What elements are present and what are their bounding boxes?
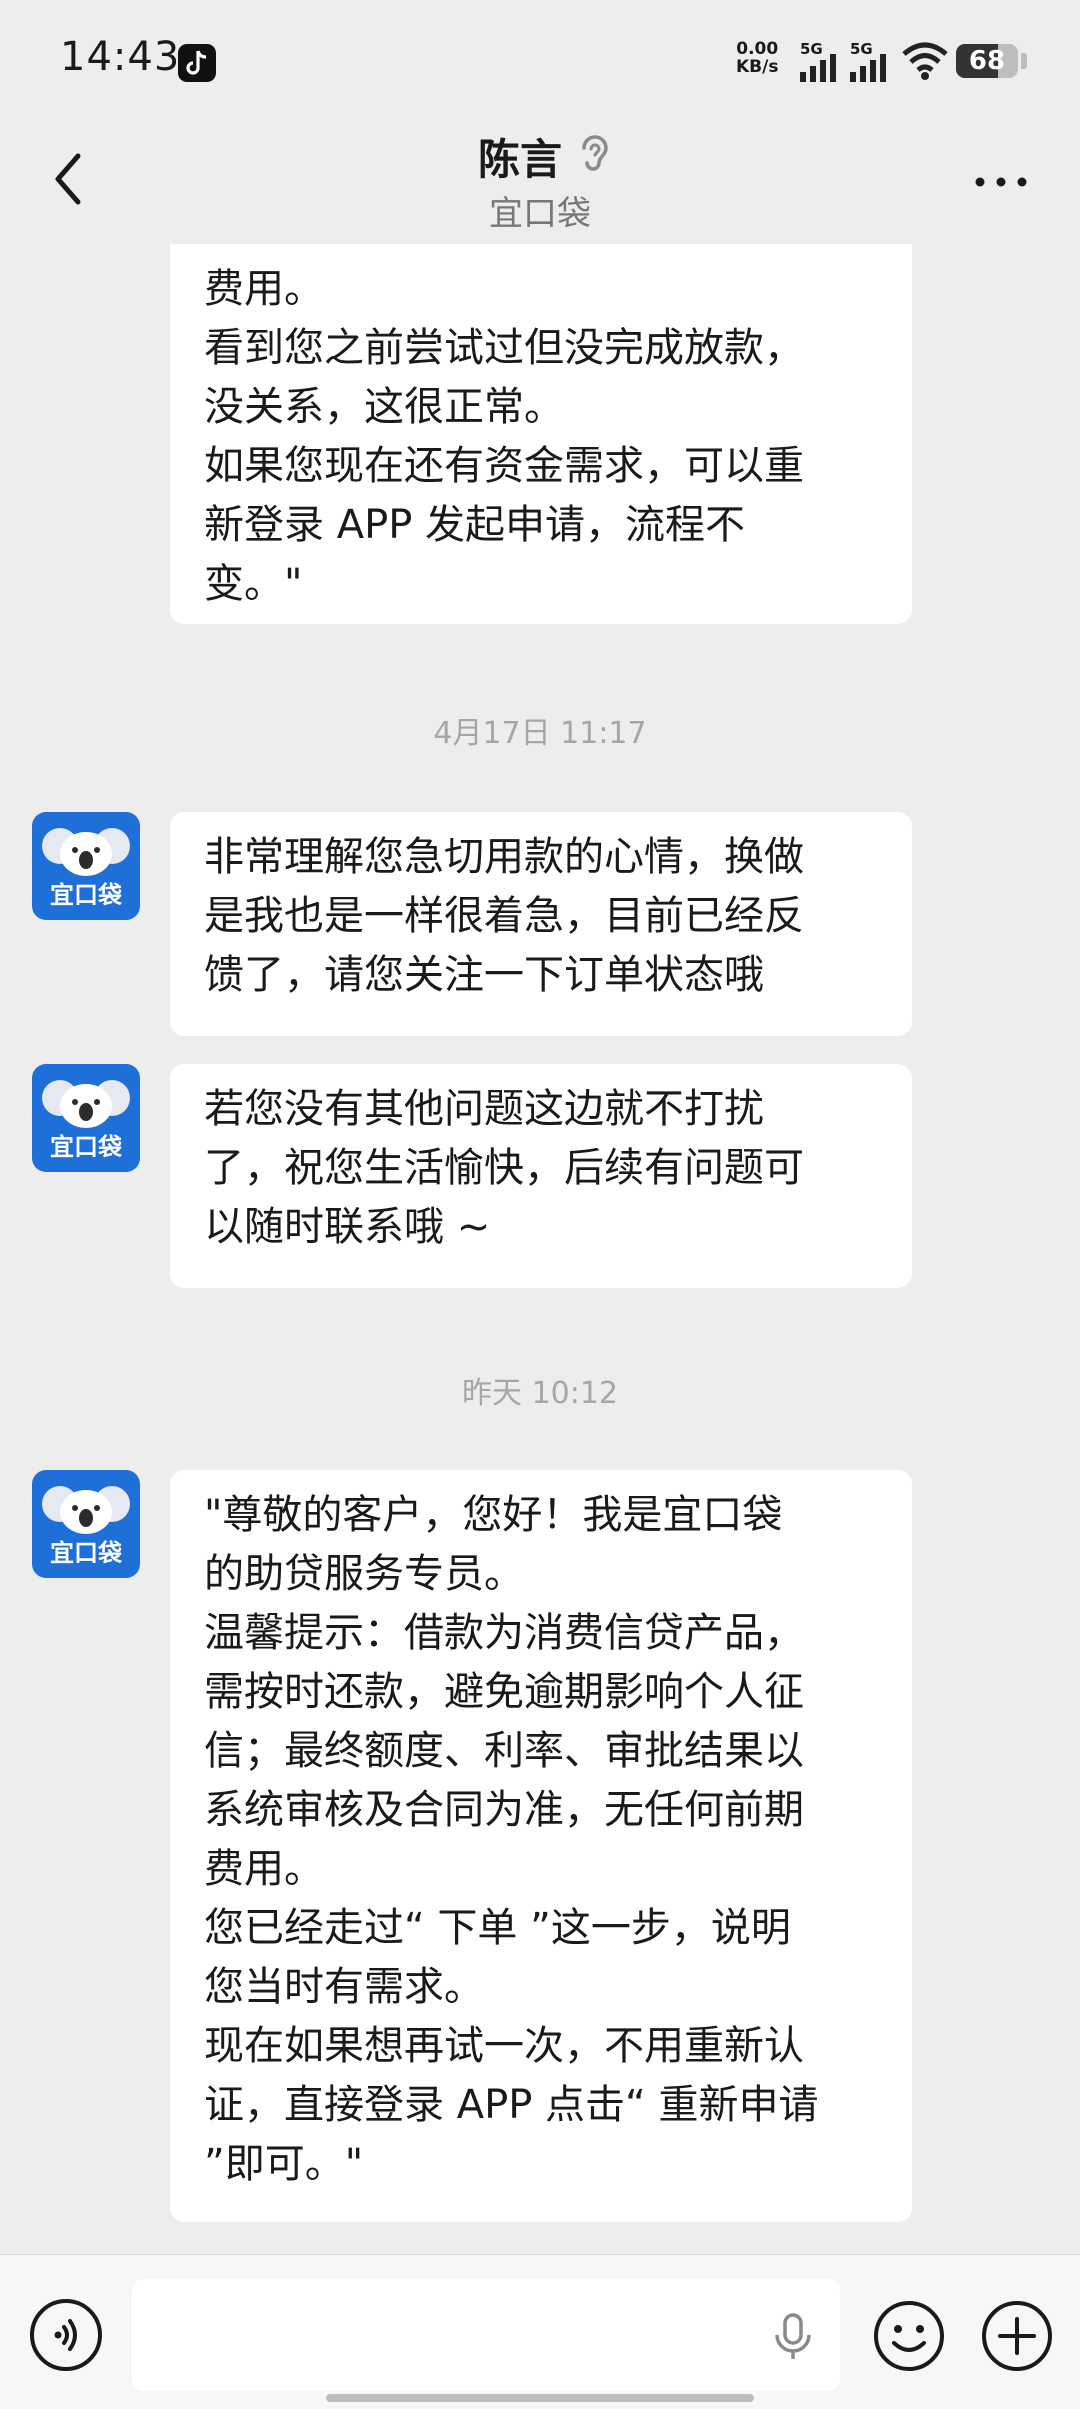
message-bubble[interactable]: 费用。 看到您之前尝试过但没完成放款， 没关系，这很正常。 如果您现在还有资金需… [170,244,912,624]
avatar-brand: 宜口袋 [50,881,122,909]
message-bubble[interactable]: "尊敬的客户，您好！我是宜口袋 的助贷服务专员。 温馨提示：借款为消费信贷产品，… [170,1470,912,2222]
battery-tip [1021,53,1027,69]
chat-message-list[interactable]: 费用。 看到您之前尝试过但没完成放款， 没关系，这很正常。 如果您现在还有资金需… [0,244,1080,2254]
plus-icon[interactable] [980,2299,1054,2373]
signal-2-icon: 5G [850,40,898,82]
avatar[interactable]: 宜口袋 [32,1064,140,1172]
status-time: 14:43 [60,34,181,80]
avatar[interactable]: 宜口袋 [32,812,140,920]
emoji-icon[interactable] [872,2299,946,2373]
voice-icon [54,2319,77,2351]
message-timestamp: 昨天 10:12 [462,1376,618,1411]
signal-1-icon: 5G [800,40,848,82]
network-speed: 0.00 KB/s [736,40,778,76]
ear-icon [582,135,608,171]
wifi-icon [902,42,948,80]
network-speed-value: 0.00 [736,39,779,59]
avatar-brand: 宜口袋 [50,1539,122,1567]
more-options-button[interactable] [966,162,1036,202]
contact-org: 宜口袋 [489,194,591,234]
chat-header: 陈言 宜口袋 [0,124,1080,244]
voice-button[interactable] [30,2299,102,2371]
message-timestamp: 4月17日 11:17 [433,716,647,751]
tiktok-icon [178,44,216,82]
status-bar: 14:43 0.00 KB/s 5G 5G 68 [0,0,1080,124]
avatar-brand: 宜口袋 [50,1133,122,1161]
message-bubble[interactable]: 非常理解您急切用款的心情，换做 是我也是一样很着急，目前已经反 馈了，请您关注一… [170,812,912,1036]
message-input[interactable] [132,2279,840,2391]
input-bar [0,2254,1080,2409]
message-bubble[interactable]: 若您没有其他问题这边就不打扰 了，祝您生活愉快，后续有问题可 以随时联系哦 ~ [170,1064,912,1288]
contact-name: 陈言 [0,126,1080,187]
battery-icon: 68 [956,44,1018,78]
microphone-icon[interactable] [772,2313,814,2361]
network-speed-unit: KB/s [736,57,779,77]
battery-level: 68 [968,46,1006,76]
home-indicator[interactable] [326,2394,754,2402]
contact-name-text: 陈言 [477,135,562,184]
avatar[interactable]: 宜口袋 [32,1470,140,1578]
